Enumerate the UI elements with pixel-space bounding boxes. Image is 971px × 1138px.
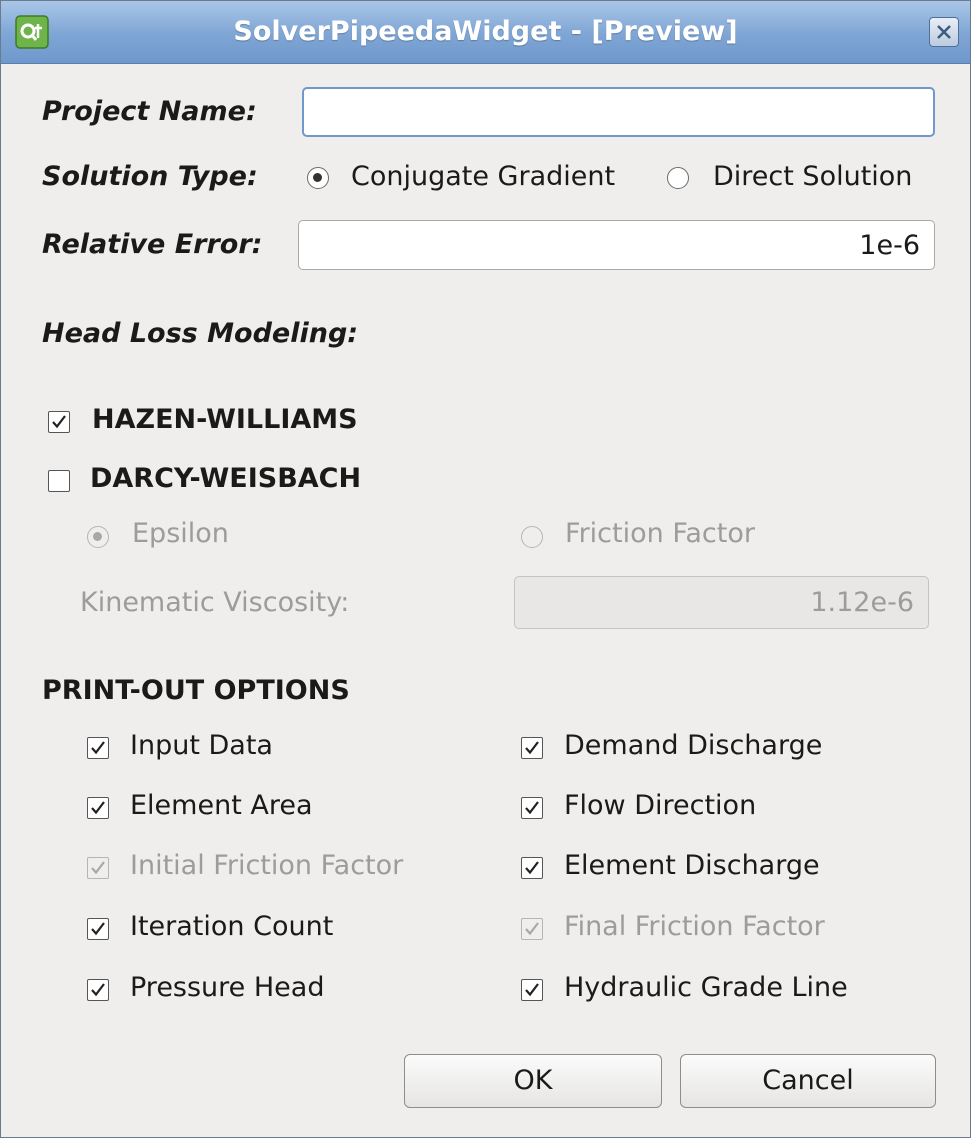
hazen-williams-label: HAZEN-WILLIAMS — [92, 404, 358, 435]
checkmark-icon — [525, 801, 539, 815]
print-out-heading: PRINT-OUT OPTIONS — [42, 675, 350, 706]
kinematic-viscosity-input[interactable] — [514, 576, 929, 629]
project-name-input[interactable] — [302, 87, 935, 137]
window-title: SolverPipeedaWidget - [Preview] — [233, 16, 738, 47]
close-icon — [937, 25, 951, 39]
hydraulic-grade-line-label: Hydraulic Grade Line — [564, 972, 848, 1003]
conjugate-gradient-label: Conjugate Gradient — [351, 161, 616, 192]
element-area-label: Element Area — [130, 790, 313, 821]
relative-error-label: Relative Error: — [42, 229, 263, 260]
friction-factor-radio[interactable] — [521, 526, 543, 548]
initial-friction-factor-checkbox[interactable] — [87, 857, 109, 879]
checkmark-icon — [525, 922, 539, 936]
checkmark-icon — [91, 741, 105, 755]
checkmark-icon — [52, 415, 66, 429]
pressure-head-checkbox[interactable] — [87, 979, 109, 1001]
hydraulic-grade-line-checkbox[interactable] — [521, 979, 543, 1001]
iteration-count-checkbox[interactable] — [87, 918, 109, 940]
project-name-label: Project Name: — [42, 96, 257, 127]
checkmark-icon — [525, 741, 539, 755]
element-discharge-label: Element Discharge — [564, 850, 820, 881]
dialog-window: SolverPipeedaWidget - [Preview] Project … — [0, 0, 971, 1138]
hazen-williams-checkbox[interactable] — [48, 411, 70, 433]
input-data-label: Input Data — [130, 730, 273, 761]
friction-factor-label: Friction Factor — [565, 518, 755, 549]
checkmark-icon — [91, 983, 105, 997]
flow-direction-label: Flow Direction — [564, 790, 757, 821]
direct-solution-radio[interactable] — [667, 167, 689, 189]
head-loss-heading: Head Loss Modeling: — [42, 318, 359, 349]
conjugate-gradient-radio[interactable] — [307, 167, 329, 189]
direct-solution-label: Direct Solution — [713, 161, 913, 192]
demand-discharge-label: Demand Discharge — [564, 730, 823, 761]
checkmark-icon — [525, 983, 539, 997]
element-discharge-checkbox[interactable] — [521, 857, 543, 879]
ok-button[interactable]: OK — [404, 1054, 662, 1108]
cancel-button[interactable]: Cancel — [680, 1054, 936, 1108]
title-bar[interactable]: SolverPipeedaWidget - [Preview] — [1, 1, 970, 64]
close-button[interactable] — [929, 17, 959, 47]
pressure-head-label: Pressure Head — [130, 972, 325, 1003]
input-data-checkbox[interactable] — [87, 737, 109, 759]
flow-direction-checkbox[interactable] — [521, 797, 543, 819]
element-area-checkbox[interactable] — [87, 797, 109, 819]
darcy-weisbach-checkbox[interactable] — [48, 470, 70, 492]
qt-app-icon — [15, 15, 49, 49]
iteration-count-label: Iteration Count — [130, 911, 334, 942]
relative-error-input[interactable] — [298, 220, 935, 270]
checkmark-icon — [525, 861, 539, 875]
final-friction-factor-checkbox[interactable] — [521, 918, 543, 940]
kinematic-viscosity-label: Kinematic Viscosity: — [80, 587, 350, 618]
demand-discharge-checkbox[interactable] — [521, 737, 543, 759]
checkmark-icon — [91, 922, 105, 936]
solution-type-label: Solution Type: — [42, 161, 258, 192]
checkmark-icon — [91, 861, 105, 875]
epsilon-radio[interactable] — [87, 526, 109, 548]
epsilon-label: Epsilon — [132, 518, 229, 549]
checkmark-icon — [91, 801, 105, 815]
darcy-weisbach-label: DARCY-WEISBACH — [90, 463, 362, 494]
final-friction-factor-label: Final Friction Factor — [564, 911, 825, 942]
initial-friction-factor-label: Initial Friction Factor — [130, 850, 404, 881]
